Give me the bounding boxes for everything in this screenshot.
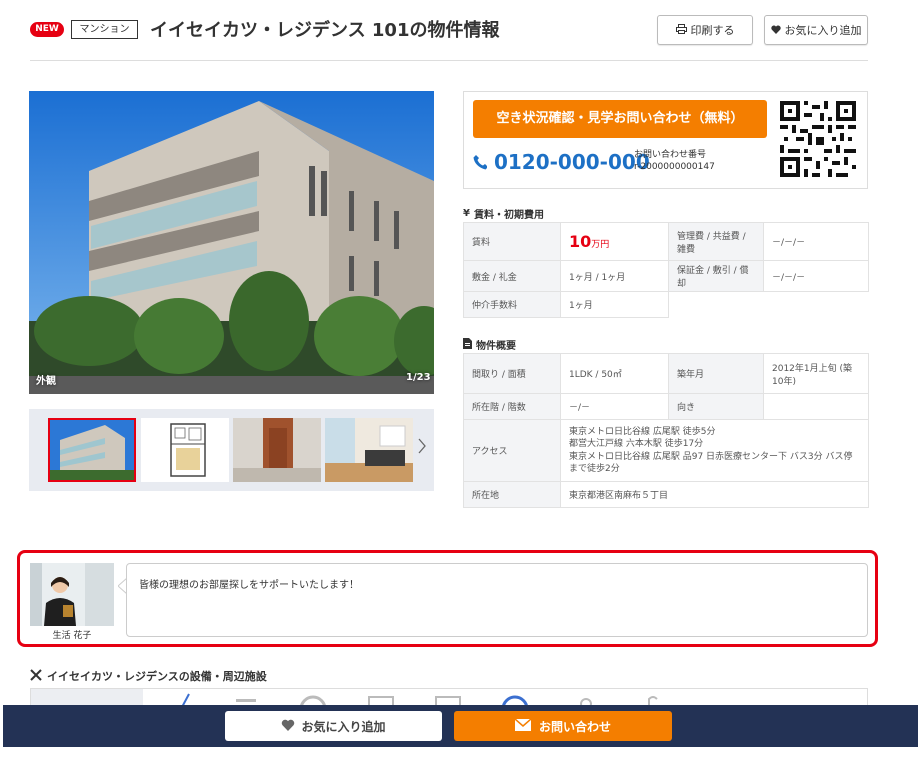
- page-title: イイセイカツ・レジデンス 101の物件情報: [150, 20, 500, 41]
- brokerage-value: 1ヶ月: [560, 291, 669, 318]
- access-line: 都営大江戸線 六本木駅 徒歩17分: [569, 439, 704, 450]
- chevron-right-icon[interactable]: [417, 436, 429, 460]
- print-button[interactable]: 印刷する: [657, 15, 753, 45]
- phone-icon: [473, 150, 494, 174]
- guarantee-label: 保証金 / 敷引 / 償却: [668, 260, 764, 292]
- heart-icon: [770, 24, 781, 37]
- new-badge: NEW: [30, 22, 64, 37]
- thumbnail-interior[interactable]: [325, 418, 413, 482]
- management-fee-value: －/－/－: [763, 222, 869, 261]
- guarantee-value: －/－/－: [763, 260, 869, 292]
- photo-counter: 1/23: [406, 372, 431, 383]
- favorite-label: お気に入り追加: [784, 24, 862, 37]
- rent-label: 賃料: [463, 222, 561, 261]
- phone-number[interactable]: 0120-000-000: [473, 150, 650, 174]
- envelope-icon: [514, 717, 532, 734]
- agent-message: 皆様の理想のお部屋探しをサポートいたします！: [126, 563, 868, 637]
- brokerage-label: 仲介手数料: [463, 291, 561, 318]
- overview-heading-text: 物件概要: [476, 341, 516, 352]
- access-line: 東京メトロ日比谷線 広尾駅 品97 日赤医療センター下 バス3分 バス停まで徒歩…: [569, 451, 853, 474]
- qr-code: [780, 101, 856, 177]
- thumbnail-floorplan[interactable]: [141, 418, 229, 482]
- fees-heading-text: 賃料・初期費用: [473, 210, 544, 221]
- phone-number-text: 0120-000-000: [493, 150, 650, 174]
- property-type-tag: マンション: [71, 20, 138, 39]
- overview-table: 間取り / 面積 1LDK / 50㎡ 築年月 2012年1月上旬 (築10年)…: [463, 353, 869, 508]
- document-icon: [463, 337, 472, 352]
- printer-icon: [675, 23, 687, 37]
- fees-heading: ¥ 賃料・初期費用: [463, 206, 544, 221]
- facilities-heading: イイセイカツ・レジデンスの設備・周辺施設: [30, 668, 267, 684]
- direction-label: 向き: [668, 393, 764, 420]
- built-value: 2012年1月上旬 (築10年): [763, 353, 869, 394]
- tools-icon: [30, 668, 42, 684]
- address-value: 東京都港区南麻布５丁目: [560, 481, 869, 508]
- favorite-button[interactable]: お気に入り追加: [764, 15, 868, 45]
- yen-icon: ¥: [463, 208, 470, 219]
- overview-heading: 物件概要: [463, 337, 516, 352]
- layout-value: 1LDK / 50㎡: [560, 353, 669, 394]
- access-value: 東京メトロ日比谷線 広尾駅 徒歩5分 都営大江戸線 六本木駅 徒歩17分 東京メ…: [560, 419, 869, 482]
- inquiry-number-label: お問い合わせ番号: [634, 150, 707, 160]
- photo-caption: 外観: [36, 376, 56, 387]
- print-label: 印刷する: [690, 24, 735, 37]
- built-label: 築年月: [668, 353, 764, 394]
- heart-icon: [281, 719, 295, 734]
- bottom-favorite-label: お気に入り追加: [301, 719, 386, 734]
- agent-name: 生活 花子: [52, 631, 92, 641]
- facilities-heading-text: イイセイカツ・レジデンスの設備・周辺施設: [47, 670, 267, 683]
- thumbnail-entrance[interactable]: [233, 418, 321, 482]
- deposit-value: 1ヶ月 / 1ヶ月: [560, 260, 669, 292]
- floor-label: 所在階 / 階数: [463, 393, 561, 420]
- layout-label: 間取り / 面積: [463, 353, 561, 394]
- inquiry-number: r-2000000000147: [634, 162, 715, 172]
- direction-value: [763, 393, 869, 420]
- access-line: 東京メトロ日比谷線 広尾駅 徒歩5分: [569, 427, 716, 438]
- management-fee-label: 管理費 / 共益費 / 雑費: [668, 222, 764, 261]
- bottom-favorite-button[interactable]: お気に入り追加: [225, 711, 442, 741]
- thumbnail-exterior[interactable]: [48, 418, 136, 482]
- deposit-label: 敷金 / 礼金: [463, 260, 561, 292]
- agent-avatar: [30, 563, 114, 626]
- address-label: 所在地: [463, 481, 561, 508]
- bottom-inquiry-button[interactable]: お問い合わせ: [454, 711, 672, 741]
- floor-value: －/－: [560, 393, 669, 420]
- main-photo[interactable]: 外観 1/23: [29, 91, 434, 394]
- availability-inquiry-button[interactable]: 空き状況確認・見学お問い合わせ（無料）: [473, 100, 767, 138]
- bottom-inquiry-label: お問い合わせ: [538, 719, 611, 734]
- rent-value: 10万円: [560, 222, 669, 261]
- access-label: アクセス: [463, 419, 561, 482]
- header-divider: [30, 60, 868, 61]
- fees-table: 賃料 10万円 管理費 / 共益費 / 雑費 －/－/－ 敷金 / 礼金 1ヶ月…: [463, 222, 869, 318]
